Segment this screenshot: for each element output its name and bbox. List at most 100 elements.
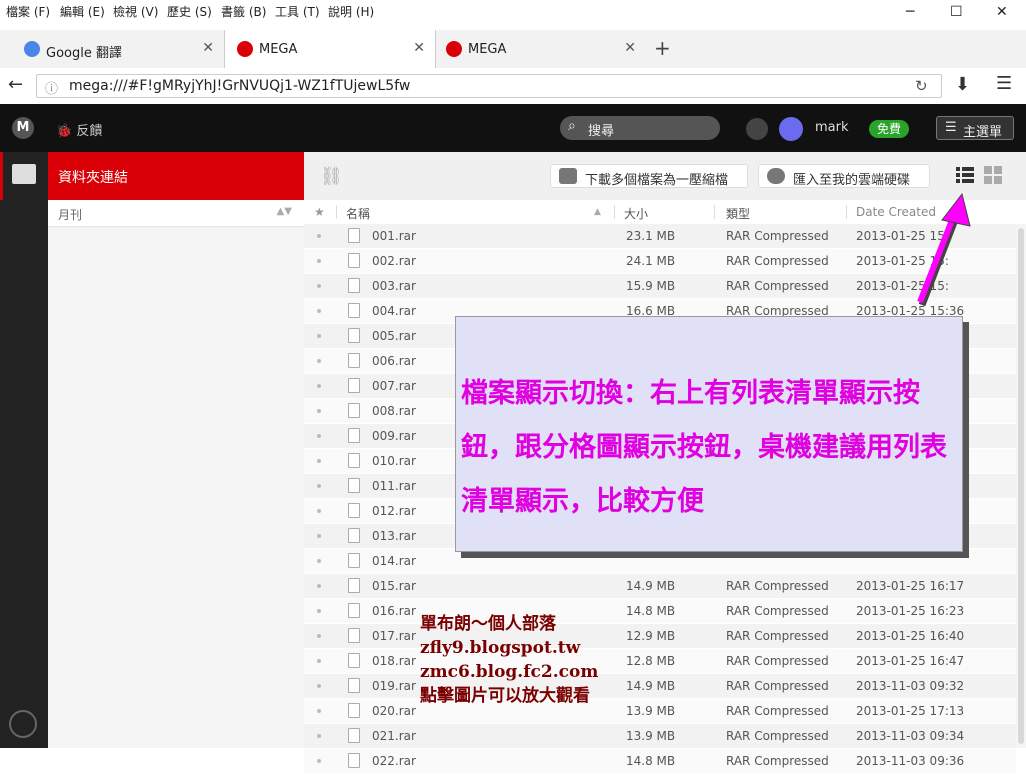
rar-file-icon	[348, 378, 360, 393]
column-name[interactable]: 名稱	[346, 205, 370, 222]
row-dot	[317, 634, 321, 638]
file-size: 14.9 MB	[626, 579, 676, 593]
tab-google-translate[interactable]: Google 翻譯 ✕	[10, 30, 224, 68]
reload-icon[interactable]: ↻	[915, 77, 928, 95]
rar-file-icon	[348, 503, 360, 518]
file-size: 23.1 MB	[626, 229, 676, 243]
table-row[interactable]: 020.rar 13.9 MB RAR Compressed 2013-01-25 1…	[304, 699, 1016, 724]
table-row[interactable]: 021.rar 13.9 MB RAR Compressed 2013-11-03 0…	[304, 724, 1016, 749]
close-tab-icon[interactable]: ✕	[624, 40, 636, 56]
rar-file-icon	[348, 553, 360, 568]
folder-tree: 資料夾連結 月刊 ▲▼	[48, 152, 304, 748]
maximize-icon[interactable]: ☐	[950, 4, 963, 20]
download-icon[interactable]: ⬇	[955, 74, 970, 95]
download-zip-button[interactable]: 下載多個檔案為一壓縮檔	[550, 164, 748, 188]
bug-icon: 🐞	[56, 124, 73, 139]
free-badge[interactable]: 免費	[869, 120, 910, 138]
menu-history[interactable]: 歷史 (S)	[167, 3, 212, 20]
sort-asc-icon[interactable]: ▲	[594, 207, 601, 217]
rar-file-icon	[348, 528, 360, 543]
annotation-box: 檔案顯示切換：右上有列表清單顯示按鈕，跟分格圖顯示按鈕，桌機建議用列表清單顯示，…	[455, 316, 963, 552]
new-tab-icon[interactable]: +	[654, 36, 671, 60]
table-row[interactable]: 022.rar 14.8 MB RAR Compressed 2013-11-03 0…	[304, 749, 1016, 774]
file-type: RAR Compressed	[726, 654, 829, 668]
menu-view[interactable]: 檢視 (V)	[113, 3, 158, 20]
menu-bookmarks[interactable]: 書籤 (B)	[221, 3, 266, 20]
table-row[interactable]: 016.rar 14.8 MB RAR Compressed 2013-01-25 1…	[304, 599, 1016, 624]
rar-file-icon	[348, 603, 360, 618]
main-menu-button[interactable]: ☰ 主選單	[936, 116, 1014, 140]
file-name: 022.rar	[372, 754, 416, 768]
folder-link-header[interactable]: 資料夾連結	[48, 152, 304, 200]
hamburger-menu-icon[interactable]: ☰	[996, 73, 1012, 94]
url-text: mega:///#F!gMRyjYhJ!GrNVUQj1-WZ1fTUjewL5…	[69, 78, 411, 94]
url-bar[interactable]: ⓘ mega:///#F!gMRyjYhJ!GrNVUQj1-WZ1fTUjew…	[36, 74, 942, 98]
table-row[interactable]: 018.rar 12.8 MB RAR Compressed 2013-01-25 1…	[304, 649, 1016, 674]
list-view-icon[interactable]	[956, 166, 974, 184]
username[interactable]: mark	[815, 120, 849, 135]
file-date: 2013-01-25 16:17	[856, 579, 965, 593]
file-name: 004.rar	[372, 304, 416, 318]
rar-file-icon	[348, 453, 360, 468]
menu-edit[interactable]: 編輯 (E)	[60, 3, 105, 20]
blog-line-1: 單布朗～個人部落	[420, 614, 556, 634]
table-row[interactable]: 019.rar 14.9 MB RAR Compressed 2013-11-03 0…	[304, 674, 1016, 699]
file-name: 011.rar	[372, 479, 416, 493]
sort-icon[interactable]: ▲▼	[277, 206, 292, 217]
row-dot	[317, 459, 321, 463]
menu-file[interactable]: 檔案 (F)	[6, 3, 50, 20]
import-cloud-button[interactable]: 匯入至我的雲端硬碟	[758, 164, 930, 188]
row-dot	[317, 709, 321, 713]
feedback-link[interactable]: 🐞 反饋	[56, 120, 102, 139]
file-size: 15.9 MB	[626, 279, 676, 293]
menu-help[interactable]: 說明 (H)	[328, 3, 374, 20]
row-dot	[317, 609, 321, 613]
column-size[interactable]: 大小	[624, 205, 648, 222]
row-dot	[317, 534, 321, 538]
column-type[interactable]: 類型	[726, 205, 750, 222]
file-type: RAR Compressed	[726, 604, 829, 618]
rar-file-icon	[348, 253, 360, 268]
file-size: 24.1 MB	[626, 254, 676, 268]
file-name: 003.rar	[372, 279, 416, 293]
file-type: RAR Compressed	[726, 254, 829, 268]
file-type: RAR Compressed	[726, 729, 829, 743]
rar-file-icon	[348, 303, 360, 318]
settings-wheel-icon[interactable]	[9, 710, 37, 738]
search-input[interactable]: ⌕ 搜尋	[560, 116, 720, 140]
table-row[interactable]: 015.rar 14.9 MB RAR Compressed 2013-01-25 1…	[304, 574, 1016, 599]
file-name: 002.rar	[372, 254, 416, 268]
scroll-thumb[interactable]	[1018, 228, 1024, 744]
info-icon[interactable]: ⓘ	[45, 78, 58, 97]
menu-tools[interactable]: 工具 (T)	[275, 3, 320, 20]
table-row[interactable]: 014.rar	[304, 549, 1016, 574]
scrollbar[interactable]	[1016, 224, 1026, 748]
link-icon[interactable]: ⛓	[320, 166, 343, 187]
tree-item-monthly[interactable]: 月刊 ▲▼	[48, 200, 304, 227]
close-window-icon[interactable]: ✕	[996, 4, 1008, 20]
star-icon[interactable]: ★	[314, 205, 325, 219]
active-indicator	[0, 152, 3, 200]
notification-bell-icon[interactable]	[746, 118, 768, 140]
close-tab-icon[interactable]: ✕	[202, 40, 214, 56]
annotation-arrow-icon	[917, 192, 971, 307]
import-cloud-label: 匯入至我的雲端硬碟	[793, 173, 911, 188]
back-icon[interactable]: ←	[8, 74, 23, 95]
google-translate-icon	[24, 41, 40, 57]
grid-view-icon[interactable]	[984, 166, 1002, 184]
folder-link-icon[interactable]	[12, 164, 36, 184]
close-tab-icon[interactable]: ✕	[413, 40, 425, 56]
rar-file-icon	[348, 753, 360, 768]
tab-mega-active[interactable]: MEGA ✕	[224, 30, 436, 68]
tab-mega[interactable]: MEGA ✕	[436, 30, 646, 68]
tab-label: Google 翻譯	[46, 46, 122, 61]
row-dot	[317, 234, 321, 238]
avatar[interactable]	[779, 117, 803, 141]
blog-line-4: 點擊圖片可以放大觀看	[420, 686, 590, 706]
table-row[interactable]: 017.rar 12.9 MB RAR Compressed 2013-01-25 1…	[304, 624, 1016, 649]
file-name: 006.rar	[372, 354, 416, 368]
search-icon: ⌕	[568, 118, 576, 134]
mega-logo-icon[interactable]: M	[12, 117, 34, 139]
folder-link-title: 資料夾連結	[58, 170, 128, 186]
minimize-icon[interactable]: ─	[906, 4, 914, 20]
